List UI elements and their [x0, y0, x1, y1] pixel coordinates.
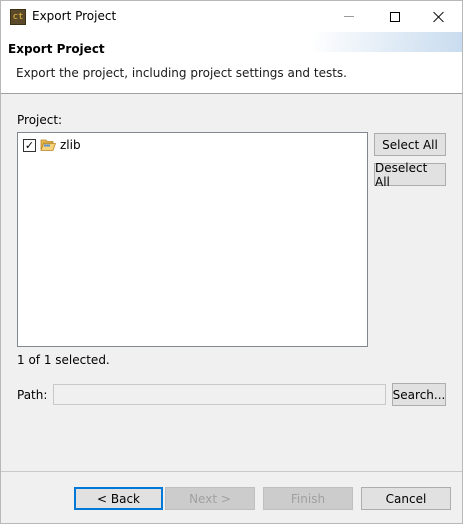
close-icon	[433, 11, 445, 23]
search-button-label: Search...	[392, 387, 446, 402]
path-input[interactable]	[53, 384, 386, 405]
select-all-label: Select All	[382, 137, 438, 152]
select-all-button[interactable]: Select All	[374, 133, 446, 156]
maximize-button[interactable]	[372, 1, 418, 32]
selection-status: 1 of 1 selected.	[17, 353, 110, 367]
page-title: Export Project	[8, 42, 105, 56]
path-label: Path:	[17, 388, 48, 402]
project-checkbox[interactable]: ✓	[23, 138, 36, 152]
minimize-icon	[344, 16, 354, 17]
project-list[interactable]: ✓ zlib	[17, 132, 368, 347]
project-name: zlib	[60, 138, 81, 152]
list-item[interactable]: ✓ zlib	[23, 137, 81, 153]
close-button[interactable]	[416, 1, 462, 32]
back-button-label: < Back	[96, 491, 140, 506]
cancel-button-label: Cancel	[385, 491, 427, 506]
search-button[interactable]: Search...	[392, 383, 446, 406]
banner-decoration	[312, 32, 462, 52]
title-bar[interactable]: ct Export Project	[1, 1, 462, 32]
export-project-dialog: ct Export Project Export Project Export …	[0, 0, 463, 524]
window-title: Export Project	[32, 9, 117, 23]
cancel-button[interactable]: Cancel	[361, 487, 451, 510]
footer-separator	[1, 471, 462, 472]
finish-button-label: Finish	[290, 491, 326, 506]
folder-open-icon	[40, 139, 56, 151]
deselect-all-label: Deselect All	[375, 160, 428, 189]
header-banner: Export Project Export the project, inclu…	[1, 32, 462, 94]
page-description: Export the project, including project se…	[16, 66, 347, 80]
project-label: Project:	[17, 113, 63, 127]
next-button[interactable]: Next >	[165, 487, 255, 510]
finish-button[interactable]: Finish	[263, 487, 353, 510]
app-icon: ct	[10, 9, 26, 25]
next-button-label: Next >	[189, 491, 231, 506]
deselect-all-button[interactable]: Deselect All	[374, 160, 446, 189]
maximize-icon	[390, 11, 400, 22]
minimize-button[interactable]	[326, 1, 372, 32]
back-button[interactable]: < Back	[74, 487, 163, 510]
